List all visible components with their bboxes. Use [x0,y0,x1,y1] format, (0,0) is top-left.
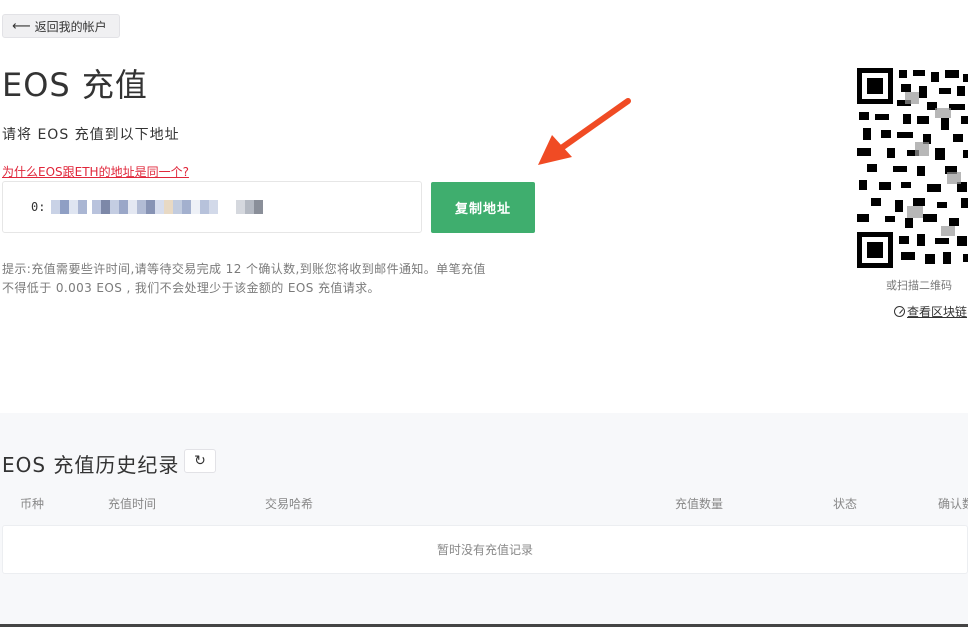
why-same-address-link[interactable]: 为什么EOS跟ETH的地址是同一个? [2,163,189,180]
column-header-confirmations: 确认数 [938,497,968,511]
compass-icon [894,306,905,317]
empty-history-row: 暂时没有充值记录 [2,525,968,574]
view-blockchain-link[interactable]: 查看区块链 [894,303,967,320]
column-header-time: 充值时间 [108,497,157,511]
arrow-left-icon: ⟵ [12,18,31,34]
qr-code [857,68,968,268]
deposit-tip: 提示:充值需要些许时间,请等待交易完成 12 个确认数,到账您将收到邮件通知。单… [2,260,582,298]
qr-caption: 或扫描二维码 [886,279,952,292]
back-to-account-button[interactable]: ⟵ 返回我的帐户 [2,14,120,38]
back-button-label: 返回我的帐户 [34,19,107,34]
deposit-history-section: EOS 充值历史纪录 ↻ 币种 充值时间 交易哈希 充值数量 状态 确认数 暂时… [0,413,968,627]
column-header-amount: 充值数量 [675,497,724,511]
page-title: EOS 充值 [2,66,148,104]
deposit-tip-line-2: 不得低于 0.003 EOS , 我们不会处理少于该金额的 EOS 充值请求。 [2,281,380,295]
deposit-tip-line-1: 提示:充值需要些许时间,请等待交易完成 12 个确认数,到账您将收到邮件通知。单… [2,262,486,276]
deposit-instruction: 请将 EOS 充值到以下地址 [2,127,180,143]
refresh-button[interactable]: ↻ [184,449,216,473]
qr-code-icon [857,68,968,268]
column-header-status: 状态 [833,497,858,511]
column-header-currency: 币种 [20,497,45,511]
annotation-arrow-icon [538,98,631,165]
copy-address-button[interactable]: 复制地址 [431,182,535,233]
view-blockchain-label: 查看区块链 [907,305,968,319]
refresh-icon: ↻ [194,453,206,469]
address-redacted [51,199,264,215]
address-prefix: 0: [31,200,46,214]
column-header-hash: 交易哈希 [265,497,314,511]
deposit-address-field[interactable]: 0: [2,181,422,233]
history-title: EOS 充值历史纪录 [2,453,180,477]
